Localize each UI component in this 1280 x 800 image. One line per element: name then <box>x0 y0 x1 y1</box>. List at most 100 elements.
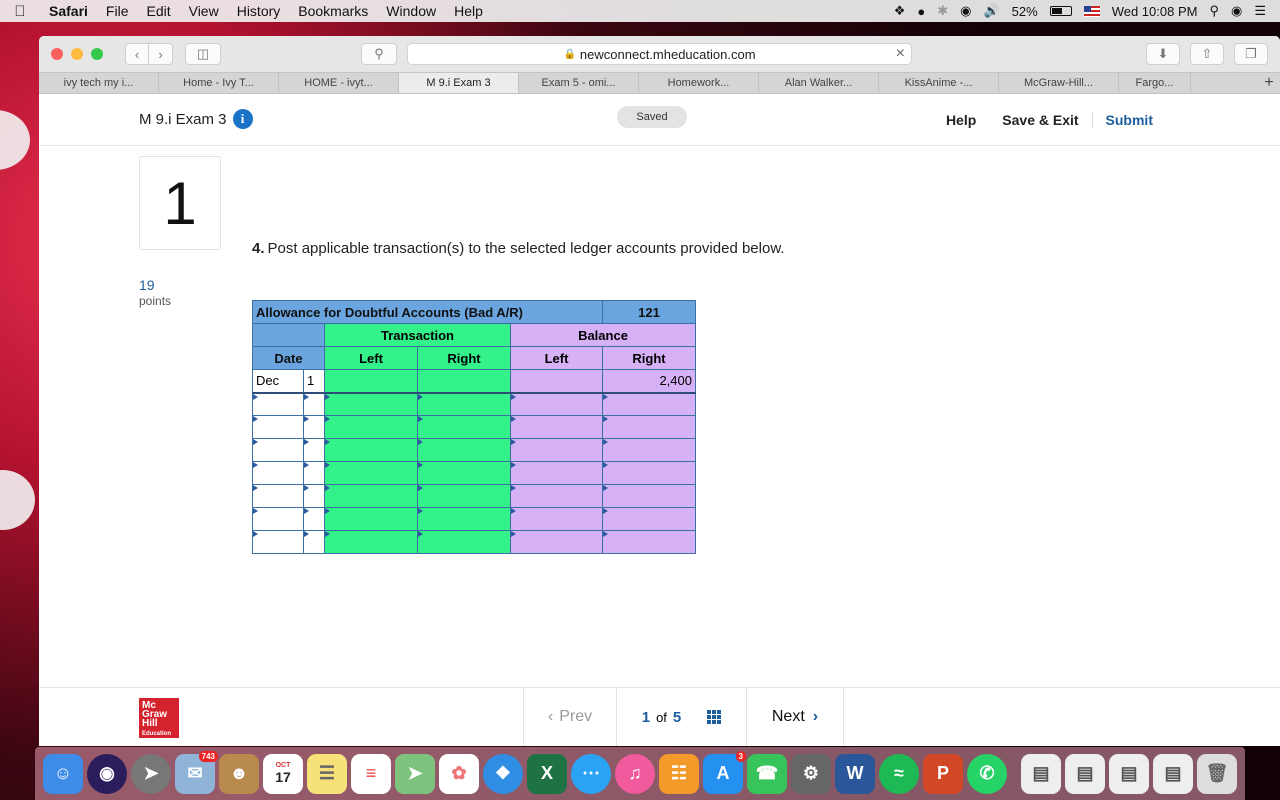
share-icon[interactable]: ⇧ <box>1190 43 1224 65</box>
address-bar[interactable]: 🔒 newconnect.mheducation.com × <box>407 43 912 65</box>
day-input[interactable] <box>303 391 325 416</box>
next-button[interactable]: Next › <box>746 688 844 746</box>
transaction-left-input[interactable] <box>324 484 418 508</box>
month-input[interactable] <box>252 415 304 439</box>
day-input[interactable] <box>303 530 325 554</box>
facetime-icon[interactable]: ☎ <box>747 753 787 794</box>
app-store-icon[interactable]: A3 <box>703 750 746 794</box>
tab-home-ivy[interactable]: Home - Ivy T... <box>159 73 279 93</box>
transaction-right-input[interactable] <box>417 507 511 531</box>
balance-left-input[interactable] <box>510 415 603 439</box>
month-input[interactable] <box>252 438 304 462</box>
forward-button[interactable]: › <box>149 43 173 65</box>
balance-right-input[interactable] <box>602 391 696 416</box>
sidebar-toggle-icon[interactable]: ◫ <box>185 43 221 65</box>
safari-icon[interactable]: ❖ <box>483 753 523 794</box>
word-icon[interactable]: W <box>835 753 875 794</box>
stop-loading-icon[interactable]: × <box>896 45 905 63</box>
transaction-left-input[interactable] <box>324 391 418 416</box>
transaction-right-input[interactable] <box>417 530 511 554</box>
tab-kissanime[interactable]: KissAnime -... <box>879 73 999 93</box>
balance-right-input[interactable] <box>602 461 696 485</box>
siri-icon[interactable]: ◉ <box>87 753 127 794</box>
question-grid-icon[interactable] <box>707 710 722 724</box>
transaction-right-input[interactable] <box>417 438 511 462</box>
month-input[interactable] <box>252 530 304 554</box>
transaction-right-input[interactable] <box>417 461 511 485</box>
transaction-right-input[interactable] <box>417 415 511 439</box>
launchpad-icon[interactable]: ➤ <box>131 753 171 794</box>
menu-help[interactable]: Help <box>445 3 492 19</box>
info-icon[interactable]: i <box>232 109 253 129</box>
transaction-left-input[interactable] <box>324 438 418 462</box>
trash-icon[interactable]: 🗑 <box>1197 753 1237 794</box>
apple-icon[interactable]:  <box>0 3 40 20</box>
powerpoint-icon[interactable]: P <box>923 753 963 794</box>
tab-alan-walker[interactable]: Alan Walker... <box>759 73 879 93</box>
tab-exam-5[interactable]: Exam 5 - omi... <box>519 73 639 93</box>
search-icon[interactable]: ⚲ <box>361 43 397 65</box>
balance-left-input[interactable] <box>510 438 603 462</box>
document-stack-icon[interactable]: ▤ <box>1065 753 1105 794</box>
balance-right-input[interactable] <box>602 507 696 531</box>
transaction-right-input[interactable] <box>417 484 511 508</box>
tab-ivy-tech[interactable]: ivy tech my i... <box>39 73 159 93</box>
balance-right-input[interactable] <box>602 530 696 554</box>
menu-window[interactable]: Window <box>377 3 445 19</box>
whatsapp-icon[interactable]: ✆ <box>967 753 1007 794</box>
back-button[interactable]: ‹ <box>125 43 149 65</box>
tabs-overview-icon[interactable]: ❐ <box>1234 43 1268 65</box>
menu-history[interactable]: History <box>228 3 290 19</box>
downloads-icon[interactable]: ⬇ <box>1146 43 1180 65</box>
menu-view[interactable]: View <box>180 3 228 19</box>
dropbox-icon[interactable]: ❖ <box>894 3 906 19</box>
creative-cloud-icon[interactable]: ● <box>917 4 925 19</box>
month-input[interactable] <box>252 391 304 416</box>
ibooks-icon[interactable]: ☷ <box>659 753 699 794</box>
spotlight-icon[interactable]: ⚲ <box>1209 3 1219 19</box>
transaction-right-input[interactable] <box>417 391 511 416</box>
minimize-window-button[interactable] <box>71 48 83 60</box>
finder-icon[interactable]: ☺ <box>43 753 83 794</box>
transaction-left-input[interactable] <box>324 507 418 531</box>
day-input[interactable] <box>303 438 325 462</box>
day-input[interactable] <box>303 484 325 508</box>
document-stack-icon[interactable]: ▤ <box>1153 753 1193 794</box>
spotify-icon[interactable]: ≈ <box>879 753 919 794</box>
month-input[interactable] <box>252 484 304 508</box>
save-exit-button[interactable]: Save & Exit <box>989 112 1091 128</box>
reminders-icon[interactable]: ≡ <box>351 753 391 794</box>
menu-file[interactable]: File <box>97 3 138 19</box>
transaction-left-input[interactable] <box>324 461 418 485</box>
menu-edit[interactable]: Edit <box>137 3 179 19</box>
zoom-window-button[interactable] <box>91 48 103 60</box>
day-input[interactable] <box>303 507 325 531</box>
wifi-icon[interactable]: ◉ <box>960 3 971 19</box>
balance-left-input[interactable] <box>510 461 603 485</box>
volume-icon[interactable]: 🔊 <box>983 3 999 19</box>
bluetooth-icon[interactable]: ✱ <box>937 3 948 19</box>
balance-right-input[interactable] <box>602 438 696 462</box>
new-tab-button[interactable]: + <box>1258 73 1280 93</box>
close-window-button[interactable] <box>51 48 63 60</box>
balance-left-input[interactable] <box>510 391 603 416</box>
balance-left-input[interactable] <box>510 484 603 508</box>
system-preferences-icon[interactable]: ⚙ <box>791 753 831 794</box>
menu-app[interactable]: Safari <box>40 3 97 19</box>
calendar-icon[interactable]: OCT 17 <box>263 753 303 794</box>
tab-homework[interactable]: Homework... <box>639 73 759 93</box>
photos-icon[interactable]: ✿ <box>439 753 479 794</box>
siri-icon[interactable]: ◉ <box>1231 3 1242 19</box>
clock[interactable]: Wed 10:08 PM <box>1112 4 1198 19</box>
transaction-left-input[interactable] <box>324 530 418 554</box>
balance-right-input[interactable] <box>602 484 696 508</box>
battery-percent[interactable]: 52% <box>1012 4 1038 19</box>
excel-icon[interactable]: X <box>527 753 567 794</box>
messages-icon[interactable]: ⋯ <box>571 753 611 794</box>
document-stack-icon[interactable]: ▤ <box>1021 753 1061 794</box>
tab-mcgraw-hill[interactable]: McGraw-Hill... <box>999 73 1119 93</box>
month-input[interactable] <box>252 507 304 531</box>
mail-icon[interactable]: ✉ 743 <box>175 750 218 794</box>
transaction-left-input[interactable] <box>324 415 418 439</box>
notification-center-icon[interactable]: ☰ <box>1254 3 1266 19</box>
